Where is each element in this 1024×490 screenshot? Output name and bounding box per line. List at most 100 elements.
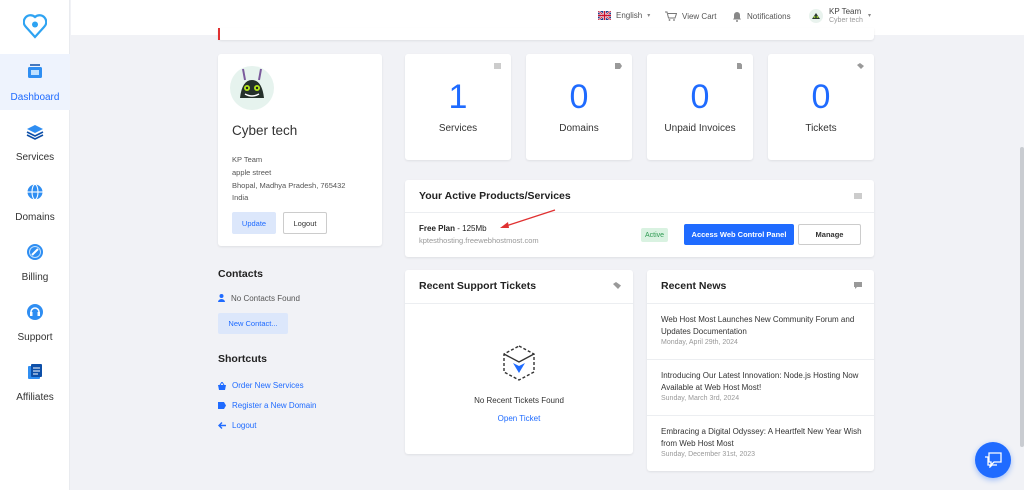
basket-icon xyxy=(218,381,226,390)
plan-domain: kptesthosting.freewebhostmost.com xyxy=(419,236,539,245)
stat-value: 0 xyxy=(569,78,589,116)
bell-icon xyxy=(733,12,741,22)
news-date: Sunday, March 3rd, 2024 xyxy=(661,395,740,402)
news-date: Monday, April 29th, 2024 xyxy=(661,339,738,346)
access-control-panel-button[interactable]: Access Web Control Panel xyxy=(684,224,794,245)
contacts-title: Contacts xyxy=(218,268,263,280)
plan-title[interactable]: Free Plan - 125Mb xyxy=(419,224,487,233)
ticket-icon xyxy=(613,282,621,289)
brand-logo-icon[interactable] xyxy=(23,11,47,39)
sidebar: Dashboard Services Domains Billing Suppo… xyxy=(0,0,70,490)
shortcut-logout[interactable]: Logout xyxy=(218,421,256,430)
sidebar-item-label: Support xyxy=(17,332,53,343)
sidebar-item-label: Dashboard xyxy=(10,92,60,103)
plan-size: - 125Mb xyxy=(455,224,487,233)
view-cart-link[interactable]: View Cart xyxy=(665,11,717,21)
sidebar-item-affiliates[interactable]: Affiliates xyxy=(0,354,70,410)
shortcuts-title: Shortcuts xyxy=(218,353,268,365)
stat-card-invoices[interactable]: 0 Unpaid Invoices xyxy=(647,54,753,160)
dashboard-icon xyxy=(28,64,42,78)
active-products-title: Your Active Products/Services xyxy=(419,190,571,202)
chevron-down-icon: ▾ xyxy=(647,13,651,19)
tag-icon xyxy=(218,402,226,409)
sidebar-item-billing[interactable]: Billing xyxy=(0,234,70,290)
chat-bubble-icon xyxy=(985,452,1002,468)
scrollbar-track[interactable] xyxy=(1020,35,1024,490)
live-chat-button[interactable] xyxy=(975,442,1011,478)
services-stack-icon xyxy=(854,193,862,199)
user-menu-chevron-icon[interactable]: ▾ xyxy=(868,12,871,19)
sidebar-item-services[interactable]: Services xyxy=(0,114,70,170)
sidebar-item-label: Domains xyxy=(15,212,55,223)
profile-city: Bhopal, Madhya Pradesh, 765432 xyxy=(232,181,346,190)
stat-label: Unpaid Invoices xyxy=(664,123,736,134)
alert-accent xyxy=(218,28,220,40)
stat-value: 0 xyxy=(690,78,710,116)
empty-box-icon xyxy=(503,345,535,381)
news-item[interactable]: Web Host Most Launches New Community For… xyxy=(647,303,874,359)
new-contact-button[interactable]: New Contact... xyxy=(218,313,288,334)
chat-icon xyxy=(854,282,862,289)
news-title: Introducing Our Latest Innovation: Node.… xyxy=(661,371,859,392)
affiliates-icon xyxy=(28,364,42,379)
scrollbar-thumb[interactable] xyxy=(1020,147,1024,447)
sidebar-item-domains[interactable]: Domains xyxy=(0,174,70,230)
news-title: Web Host Most Launches New Community For… xyxy=(661,315,855,336)
notifications-link[interactable]: Notifications xyxy=(732,11,791,22)
update-button[interactable]: Update xyxy=(232,212,276,234)
tag-icon xyxy=(615,63,622,69)
stat-label: Domains xyxy=(559,123,599,134)
manage-button[interactable]: Manage xyxy=(798,224,861,245)
profile-avatar xyxy=(230,66,274,110)
uk-flag-icon xyxy=(598,11,611,20)
profile-name: KP Team xyxy=(232,155,263,164)
recent-news-title: Recent News xyxy=(661,280,727,292)
recent-news-card: Recent News Web Host Most Launches New C… xyxy=(647,270,874,471)
news-date: Sunday, December 31st, 2023 xyxy=(661,451,756,458)
sidebar-item-label: Services xyxy=(15,152,55,163)
profile-street: apple street xyxy=(232,168,272,177)
stat-label: Services xyxy=(438,123,478,134)
logout-button[interactable]: Logout xyxy=(283,212,327,234)
language-selector[interactable]: English ▾ xyxy=(598,11,650,20)
no-contacts-text: No Contacts Found xyxy=(231,294,300,303)
profile-card: Cyber tech KP Team apple street Bhopal, … xyxy=(218,54,382,246)
no-tickets-text: No Recent Tickets Found xyxy=(474,396,564,405)
shortcut-register-domain[interactable]: Register a New Domain xyxy=(218,401,316,410)
stat-card-services[interactable]: 1 Services xyxy=(405,54,511,160)
language-label: English xyxy=(616,11,643,20)
sidebar-item-support[interactable]: Support xyxy=(0,294,70,350)
user-avatar[interactable] xyxy=(809,9,823,23)
shortcut-label: Order New Services xyxy=(232,381,304,390)
user-icon xyxy=(218,294,225,302)
notifications-label: Notifications xyxy=(747,12,791,21)
sidebar-item-label: Billing xyxy=(21,272,49,283)
recent-tickets-title: Recent Support Tickets xyxy=(419,280,537,292)
services-stack-icon xyxy=(494,63,501,69)
alert-banner xyxy=(218,28,874,40)
open-ticket-link[interactable]: Open Ticket xyxy=(498,414,541,423)
support-icon xyxy=(27,304,43,320)
news-item[interactable]: Embracing a Digital Odyssey: A Heartfelt… xyxy=(647,415,874,471)
active-products-card: Your Active Products/Services Free Plan … xyxy=(405,180,874,257)
stat-label: Tickets xyxy=(805,123,837,134)
sidebar-item-dashboard[interactable]: Dashboard xyxy=(0,54,70,110)
profile-company: Cyber tech xyxy=(232,123,298,138)
stat-card-domains[interactable]: 0 Domains xyxy=(526,54,632,160)
user-name[interactable]: KP Team xyxy=(829,7,861,16)
news-title: Embracing a Digital Odyssey: A Heartfelt… xyxy=(661,427,862,448)
stat-card-tickets[interactable]: 0 Tickets xyxy=(768,54,874,160)
stat-value: 1 xyxy=(448,78,468,116)
stat-value: 0 xyxy=(811,78,831,116)
news-item[interactable]: Introducing Our Latest Innovation: Node.… xyxy=(647,359,874,415)
cart-icon xyxy=(665,11,677,21)
shortcut-order-services[interactable]: Order New Services xyxy=(218,381,304,390)
shortcut-label: Register a New Domain xyxy=(232,401,317,410)
billing-icon xyxy=(27,244,43,260)
services-icon xyxy=(26,125,44,140)
arrow-left-icon xyxy=(218,422,226,429)
view-cart-label: View Cart xyxy=(682,11,717,21)
sidebar-item-label: Affiliates xyxy=(16,392,54,403)
shortcut-label: Logout xyxy=(232,421,257,430)
open-ticket-link-wrap: Open Ticket xyxy=(405,408,633,426)
